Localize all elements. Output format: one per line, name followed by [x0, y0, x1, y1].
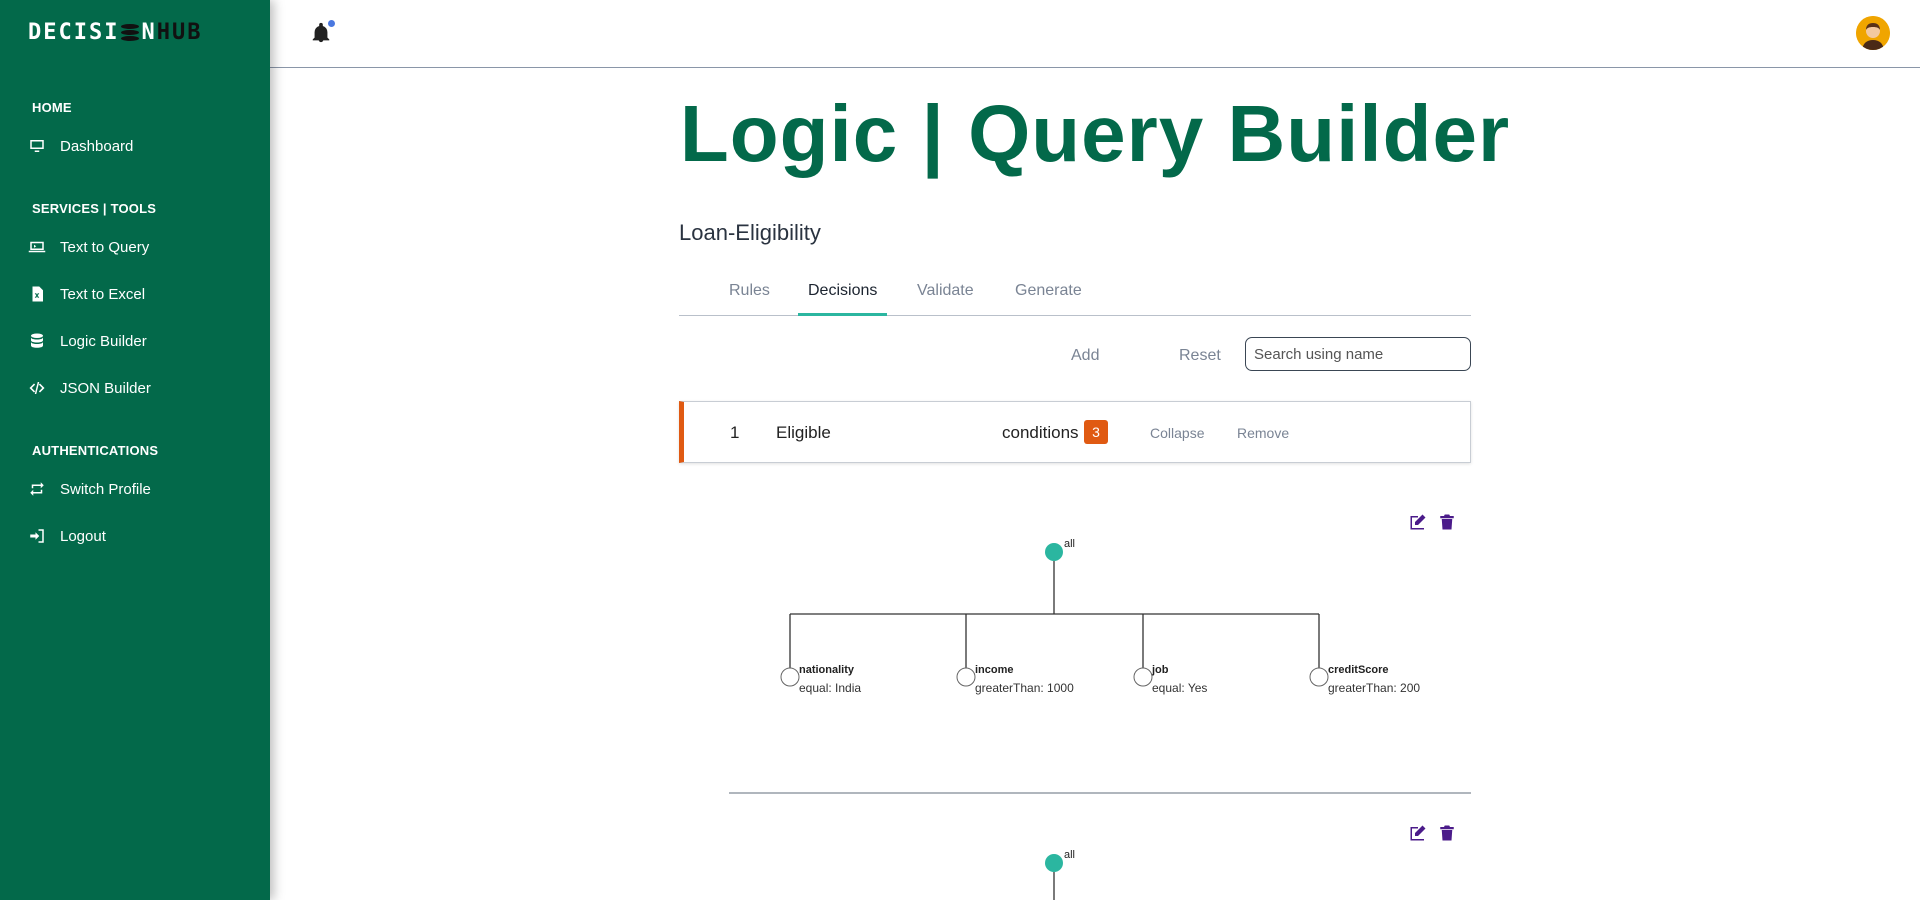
section-title-home: HOME: [32, 100, 72, 115]
tree-child-node[interactable]: job equal: Yes: [1133, 614, 1207, 695]
terminal-icon: [28, 241, 46, 253]
decision-name: Eligible: [776, 423, 831, 442]
remove-button[interactable]: Remove: [1237, 425, 1289, 441]
add-button[interactable]: Add: [1071, 347, 1099, 365]
tree-child-node[interactable]: income greaterThan: 1000: [956, 614, 1074, 695]
avatar[interactable]: [1856, 16, 1890, 50]
rule-name: Loan-Eligibility: [679, 220, 821, 245]
tree-divider: [729, 792, 1471, 794]
edit-icon[interactable]: [1409, 513, 1427, 531]
condition-tree: all nationality equal: India income grea…: [780, 538, 1420, 695]
decision-index: 1: [730, 423, 740, 442]
monitor-icon: [30, 140, 44, 152]
excel-file-icon: [32, 286, 43, 302]
database-logo-icon: [121, 23, 140, 43]
tree-node-fact: job: [1151, 664, 1169, 676]
tab-rules[interactable]: Rules: [719, 282, 780, 316]
sidebar-item-dashboard[interactable]: Dashboard: [28, 137, 133, 155]
tree-root-node[interactable]: [1045, 543, 1063, 561]
sidebar-item-label: Logout: [60, 527, 106, 545]
sidebar-item-label: JSON Builder: [60, 379, 151, 397]
collapse-button[interactable]: Collapse: [1150, 425, 1204, 441]
sidebar-item-logout[interactable]: Logout: [28, 527, 106, 545]
sidebar-item-json-builder[interactable]: JSON Builder: [28, 379, 151, 397]
sidebar-item-logic-builder[interactable]: Logic Builder: [28, 332, 147, 350]
search-input[interactable]: [1245, 337, 1471, 371]
tree-child-node[interactable]: creditScore greaterThan: 200: [1309, 614, 1420, 695]
brand-text-hub: HUB: [156, 20, 203, 45]
page-title: Logic | Query Builder: [679, 89, 1511, 178]
trash-icon[interactable]: [1438, 513, 1456, 531]
edit-icon[interactable]: [1409, 824, 1427, 842]
tab-decisions[interactable]: Decisions: [798, 282, 888, 316]
section-title-authentications: AUTHENTICATIONS: [32, 443, 159, 458]
condition-tree: all: [1045, 849, 1075, 900]
conditions-count-badge: 3: [1084, 420, 1108, 444]
tree-child-node[interactable]: nationality equal: India: [780, 614, 861, 695]
tab-bar: Rules Decisions Validate Generate: [679, 278, 1471, 316]
tree-node-condition: equal: Yes: [1152, 681, 1207, 695]
tree-root-label: all: [1064, 849, 1075, 861]
sidebar: DECISI N HUB HOME Dashboard SERVICES | TO…: [0, 0, 270, 900]
top-bar: [270, 0, 1920, 68]
sidebar-item-text-to-query[interactable]: Text to Query: [28, 238, 149, 256]
sidebar-item-label: Logic Builder: [60, 332, 147, 350]
code-icon: [29, 382, 45, 394]
tree-root-node[interactable]: [1045, 854, 1063, 872]
logout-icon: [30, 529, 44, 543]
tree-node-condition: equal: India: [799, 681, 861, 695]
tab-validate[interactable]: Validate: [907, 282, 984, 316]
sidebar-item-switch-profile[interactable]: Switch Profile: [28, 480, 151, 498]
tree-node-condition: greaterThan: 200: [1328, 681, 1420, 695]
notification-dot: [328, 20, 335, 27]
tree-node-condition: greaterThan: 1000: [975, 681, 1074, 695]
sidebar-item-label: Dashboard: [60, 137, 134, 155]
database-icon: [31, 333, 43, 348]
tab-generate[interactable]: Generate: [1005, 282, 1092, 316]
tree-node-fact: creditScore: [1328, 664, 1389, 676]
sidebar-item-label: Switch Profile: [60, 480, 151, 498]
tree-node-fact: income: [975, 664, 1014, 676]
brand-text: DECISI: [28, 20, 120, 45]
section-title-services: SERVICES | TOOLS: [32, 201, 157, 216]
conditions-label: conditions: [1002, 423, 1079, 442]
user-avatar-icon: [1856, 16, 1890, 50]
sidebar-item-text-to-excel[interactable]: Text to Excel: [28, 285, 145, 303]
brand-logo[interactable]: DECISI N HUB: [28, 20, 202, 45]
tree-node-fact: nationality: [799, 664, 855, 676]
tree-root-label: all: [1064, 538, 1075, 550]
sidebar-item-label: Text to Query: [60, 238, 150, 256]
brand-text: N: [141, 20, 157, 45]
reset-button[interactable]: Reset: [1179, 347, 1221, 365]
trash-icon[interactable]: [1438, 824, 1456, 842]
decision-card[interactable]: 1 Eligible conditions 3 Collapse Remove: [679, 401, 1471, 463]
sidebar-item-label: Text to Excel: [60, 285, 146, 303]
switch-icon: [30, 482, 44, 496]
